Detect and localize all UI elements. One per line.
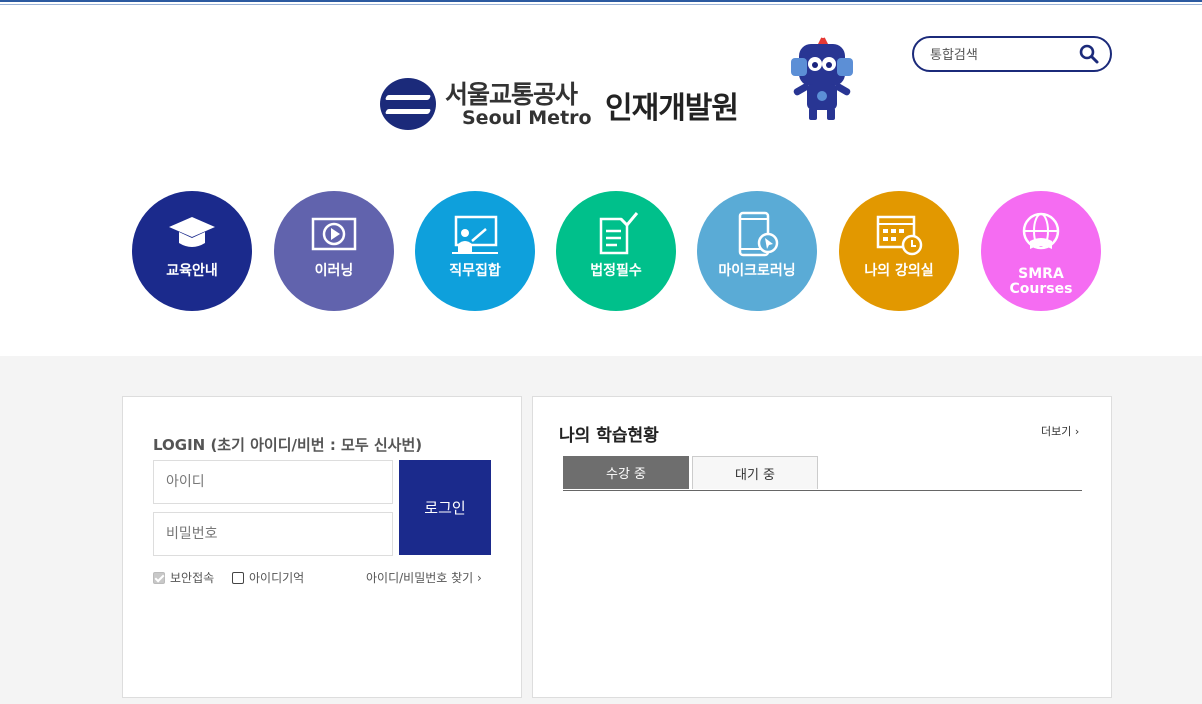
main-content: LOGIN (초기 아이디/비번 : 모두 신사번) 로그인 보안접속 아이디기… [0,356,1202,704]
secure-login-checkbox[interactable] [153,571,165,584]
checklist-icon [599,212,639,255]
nav-smra-courses[interactable]: SMRA Courses [981,191,1101,311]
category-nav: 교육안내 이러닝 직무집합 법정필수 마이크로러닝 나의 강의실 SMRA Co… [0,191,1202,313]
nav-label: 교육안내 [166,263,218,279]
nav-label: 마이크로러닝 [718,263,796,279]
learning-status-title: 나의 학습현황 [559,426,659,446]
nav-my-classroom[interactable]: 나의 강의실 [839,191,959,311]
nav-microlearning[interactable]: 마이크로러닝 [697,191,817,311]
remember-id-checkbox[interactable] [232,571,244,584]
nav-label: SMRA Courses [981,267,1101,297]
graduation-cap-icon [169,217,215,247]
search-input[interactable] [928,44,1082,66]
nav-label-line2: Courses [1009,281,1073,297]
nav-label-line1: SMRA [1018,266,1064,282]
calendar-clock-icon [876,215,923,256]
id-field-wrapper [153,460,393,504]
tablet-cursor-icon [738,211,779,257]
secure-login-option[interactable]: 보안접속 [153,569,214,586]
search-icon[interactable] [1078,43,1100,65]
nav-label: 나의 강의실 [864,263,934,279]
learning-status-panel: 나의 학습현황 더보기 › 수강 중 대기 중 [532,396,1112,698]
site-logo[interactable]: 서울교통공사 Seoul Metro 인재개발원 [380,73,760,133]
tab-waiting[interactable]: 대기 중 [692,456,818,489]
more-link[interactable]: 더보기 › [1041,423,1079,439]
header: 서울교통공사 Seoul Metro 인재개발원 통합검색 교육안내 이러닝 직… [0,5,1202,356]
id-input[interactable] [154,461,392,503]
nav-label: 직무집합 [449,263,501,279]
logo-korean-text: 서울교통공사 [445,80,578,109]
find-id-password-link[interactable]: 아이디/비밀번호 찾기 › [366,569,482,586]
tab-in-progress[interactable]: 수강 중 [563,456,689,489]
login-button[interactable]: 로그인 [399,460,491,555]
nav-legal-required[interactable]: 법정필수 [556,191,676,311]
status-tabs: 수강 중 대기 중 [563,456,1082,491]
logo-subtitle: 인재개발원 [605,91,739,126]
logo-english-text: Seoul Metro [462,107,592,129]
play-screen-icon [311,217,357,251]
search-box [912,36,1112,72]
nav-label: 법정필수 [590,263,642,279]
login-panel: LOGIN (초기 아이디/비번 : 모두 신사번) 로그인 보안접속 아이디기… [122,396,522,698]
nav-label: 이러닝 [314,263,354,279]
remember-id-label: 아이디기억 [249,571,305,585]
secure-login-label: 보안접속 [170,571,215,585]
globe-book-icon [1022,212,1060,250]
mascot-icon [791,32,853,120]
password-field-wrapper [153,512,393,556]
classroom-board-icon [452,215,498,254]
nav-education-info[interactable]: 교육안내 [132,191,252,311]
password-input[interactable] [154,513,392,555]
seoul-metro-logo-icon [380,78,436,130]
login-title: LOGIN (초기 아이디/비번 : 모두 신사번) [153,436,423,454]
remember-id-option[interactable]: 아이디기억 [232,569,304,586]
nav-elearning[interactable]: 이러닝 [274,191,394,311]
nav-job-training[interactable]: 직무집합 [415,191,535,311]
